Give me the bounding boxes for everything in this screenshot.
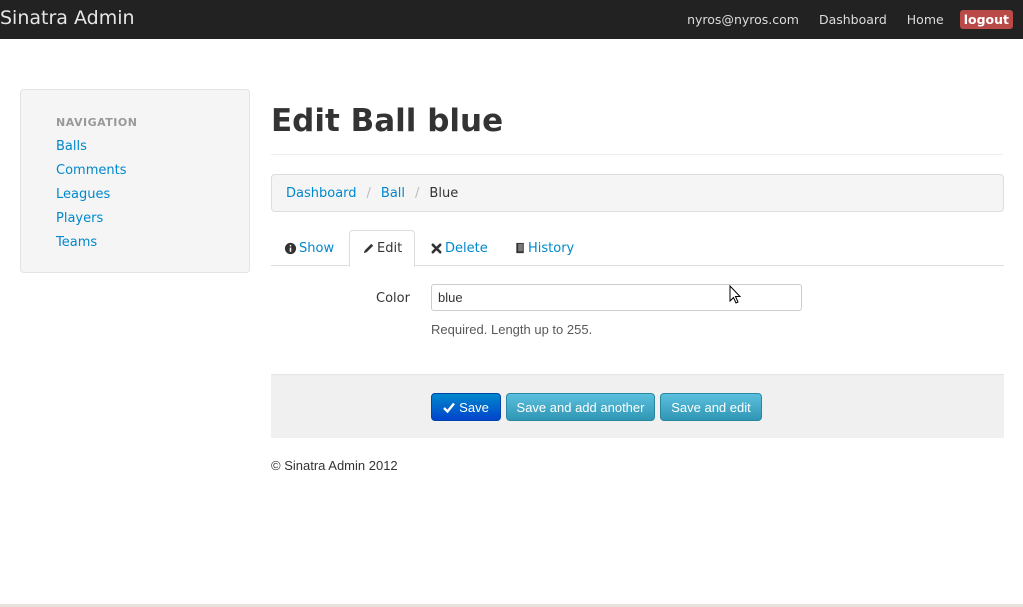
tab-show[interactable]: Show: [284, 230, 334, 266]
footer-copyright: © Sinatra Admin 2012: [271, 458, 398, 473]
breadcrumb-ball[interactable]: Ball: [381, 186, 405, 201]
save-and-edit-button[interactable]: Save and edit: [660, 393, 762, 421]
save-button-label: Save: [459, 399, 489, 415]
brand-link[interactable]: Sinatra Admin: [0, 7, 135, 29]
breadcrumb-current: Blue: [429, 185, 459, 201]
breadcrumb-separator: /: [415, 185, 420, 201]
tab-edit-label: Edit: [377, 241, 403, 256]
sidebar-item-teams[interactable]: Teams: [56, 233, 126, 257]
save-button[interactable]: Save: [431, 393, 501, 421]
mouse-cursor-icon: [729, 285, 742, 304]
page-title: Edit Ball blue: [271, 103, 504, 139]
record-tabs: Show Edit Delete History: [271, 230, 1004, 267]
home-link[interactable]: Home: [907, 12, 944, 27]
color-field-label: Color: [376, 291, 410, 306]
remove-icon: [431, 242, 442, 254]
tab-history-label: History: [528, 240, 575, 256]
title-divider: [271, 154, 1003, 155]
sidebar-navigation: NAVIGATION Balls Comments Leagues Player…: [20, 89, 250, 273]
top-navbar: Sinatra Admin nyros@nyros.com Dashboard …: [0, 0, 1023, 39]
tab-delete-label: Delete: [445, 240, 488, 256]
sidebar-item-balls[interactable]: Balls: [56, 137, 126, 161]
breadcrumb: Dashboard / Ball / Blue: [271, 174, 1004, 212]
book-icon: [516, 242, 524, 253]
user-email-link[interactable]: nyros@nyros.com: [687, 12, 799, 27]
sidebar-item-leagues[interactable]: Leagues: [56, 185, 126, 209]
save-and-add-another-button[interactable]: Save and add another: [506, 393, 655, 421]
checkmark-icon: [443, 402, 456, 413]
nav-header: NAVIGATION: [56, 116, 138, 129]
tab-delete[interactable]: Delete: [430, 230, 488, 266]
color-input[interactable]: [431, 284, 802, 311]
sidebar-item-players[interactable]: Players: [56, 209, 126, 233]
dashboard-link[interactable]: Dashboard: [819, 12, 887, 27]
breadcrumb-dashboard[interactable]: Dashboard: [286, 186, 357, 201]
tab-show-label: Show: [299, 240, 335, 256]
color-help-text: Required. Length up to 255.: [431, 322, 593, 337]
tab-history[interactable]: History: [515, 230, 574, 266]
pencil-icon: [363, 243, 374, 254]
sidebar-list: Balls Comments Leagues Players Teams: [56, 137, 126, 257]
logout-button[interactable]: logout: [959, 10, 1013, 29]
navbar-right: nyros@nyros.com Dashboard Home logout: [667, 0, 1013, 39]
sidebar-item-comments[interactable]: Comments: [56, 161, 126, 185]
breadcrumb-separator: /: [366, 185, 371, 201]
tab-edit[interactable]: Edit: [349, 230, 416, 267]
info-icon: [284, 242, 297, 254]
form-actions: Save Save and add another Save and edit: [271, 374, 1004, 438]
